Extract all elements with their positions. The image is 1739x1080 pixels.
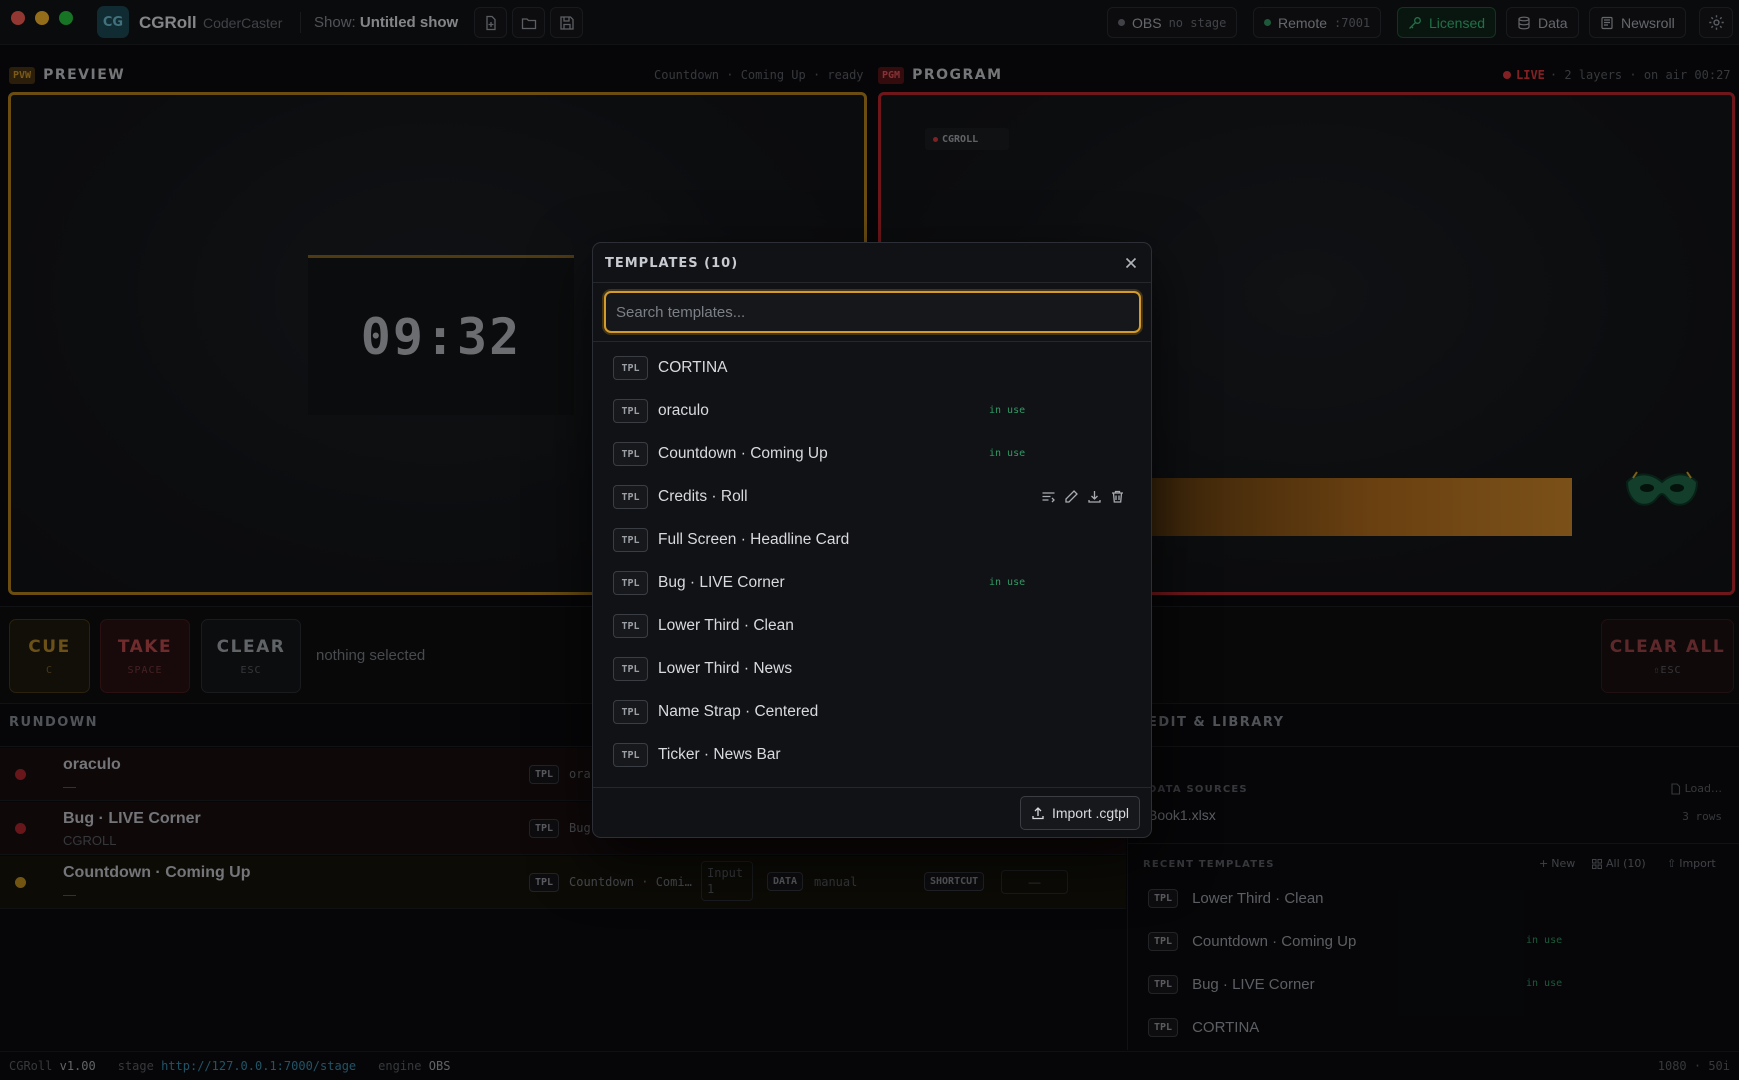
tpl-tag: TPL: [613, 700, 648, 724]
modal-title: TEMPLATES (10): [605, 256, 739, 271]
template-row-actions: [1041, 489, 1125, 504]
trash-icon[interactable]: [1110, 489, 1125, 504]
template-item[interactable]: TPL Bug · LIVE Corner in use: [613, 564, 1133, 602]
modal-footer: Import .cgtpl: [593, 787, 1151, 837]
divider: [593, 341, 1151, 342]
template-item[interactable]: TPL Countdown · Coming Up in use: [613, 435, 1133, 473]
template-name: Ticker · News Bar: [658, 746, 781, 763]
modal-header: TEMPLATES (10): [593, 243, 1151, 283]
template-name: Lower Third · Clean: [658, 617, 794, 634]
template-item[interactable]: TPL Full Screen · Headline Card: [613, 521, 1133, 559]
template-name: Name Strap · Centered: [658, 703, 819, 720]
tpl-tag: TPL: [613, 442, 648, 466]
template-item[interactable]: TPL Credits · Roll: [613, 478, 1133, 516]
tpl-tag: TPL: [613, 743, 648, 767]
close-icon: [1125, 257, 1137, 269]
tpl-tag: TPL: [613, 528, 648, 552]
close-modal-button[interactable]: [1121, 253, 1141, 273]
template-name: oraculo: [658, 402, 709, 419]
template-item[interactable]: TPL CORTINA: [613, 349, 1133, 387]
template-item[interactable]: TPL Name Strap · Centered: [613, 693, 1133, 731]
template-name: Bug · LIVE Corner: [658, 574, 785, 591]
tpl-tag: TPL: [613, 485, 648, 509]
edit-icon[interactable]: [1064, 489, 1079, 504]
template-item[interactable]: TPL Lower Third · News: [613, 650, 1133, 688]
import-cgtpl-button[interactable]: Import .cgtpl: [1019, 796, 1140, 830]
templates-modal: TEMPLATES (10) TPL CORTINA TPL oraculo i…: [592, 242, 1152, 838]
template-name: Full Screen · Headline Card: [658, 531, 850, 548]
import-label: Import .cgtpl: [1051, 805, 1129, 821]
template-item[interactable]: TPL Lower Third · Clean: [613, 607, 1133, 645]
download-icon[interactable]: [1087, 489, 1102, 504]
tpl-tag: TPL: [613, 657, 648, 681]
template-search-input[interactable]: [604, 291, 1141, 333]
template-name: Lower Third · News: [658, 660, 793, 677]
tpl-tag: TPL: [613, 614, 648, 638]
template-item[interactable]: TPL Ticker · News Bar: [613, 736, 1133, 774]
in-use-badge: in use: [989, 448, 1026, 459]
tpl-tag: TPL: [613, 399, 648, 423]
in-use-badge: in use: [989, 405, 1026, 416]
rename-icon[interactable]: [1041, 489, 1056, 504]
upload-icon: [1032, 807, 1044, 820]
in-use-badge: in use: [989, 577, 1026, 588]
template-item[interactable]: TPL oraculo in use: [613, 392, 1133, 430]
tpl-tag: TPL: [613, 356, 648, 380]
template-name: Countdown · Coming Up: [658, 445, 828, 462]
tpl-tag: TPL: [613, 571, 648, 595]
template-name: CORTINA: [658, 359, 728, 376]
template-name: Credits · Roll: [658, 488, 748, 505]
